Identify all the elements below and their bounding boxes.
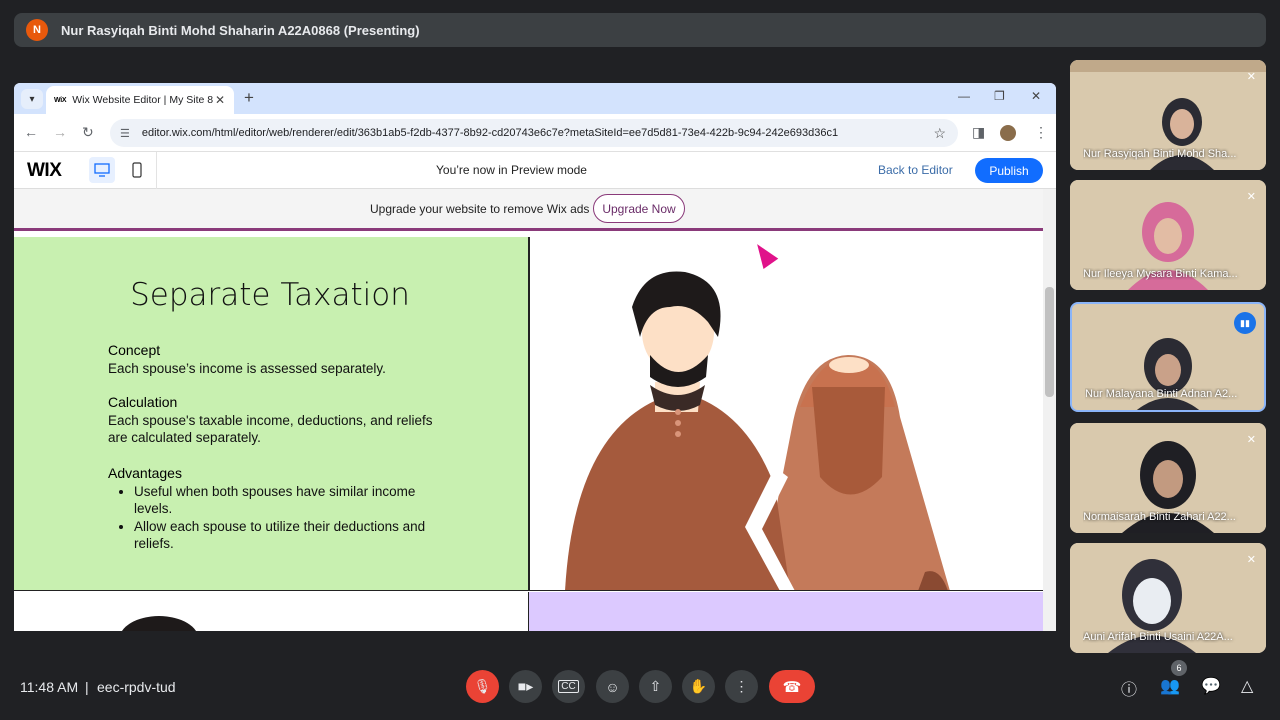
wix-favicon-icon: WiX: [54, 96, 67, 104]
preview-mode-message: You’re now in Preview mode: [436, 163, 587, 177]
concept-block: Concept Each spouse’s income is assessed…: [108, 342, 448, 377]
presenter-avatar: N: [26, 19, 48, 41]
presenter-title: Nur Rasyiqah Binti Mohd Shaharin A22A086…: [61, 22, 420, 38]
participant-tile[interactable]: ✕ Nur Ileeya Mysara Binti Kama...: [1070, 180, 1266, 290]
page-scrollbar[interactable]: [1043, 189, 1056, 631]
mic-off-icon: ✕: [1246, 71, 1256, 83]
advantages-block: Advantages Useful when both spouses have…: [108, 465, 448, 553]
people-icon[interactable]: 👥: [1160, 676, 1180, 696]
participant-name: Auni Arifah Binti Usaini A22A...: [1083, 631, 1233, 643]
mic-off-icon: ✕: [1246, 191, 1256, 203]
mic-off-icon: ✕: [1246, 554, 1256, 566]
new-tab-button[interactable]: +: [244, 88, 254, 108]
wix-preview-bar: WIX You’re now in Preview mode Back to E…: [14, 152, 1056, 189]
close-tab-icon[interactable]: ✕: [215, 93, 225, 107]
present-button[interactable]: ⇧: [639, 670, 672, 703]
calculation-block: Calculation Each spouse's taxable income…: [108, 394, 448, 447]
taxation-text-panel: Separate Taxation Concept Each spouse’s …: [14, 237, 529, 591]
advantages-heading: Advantages: [108, 465, 182, 481]
participant-name: Nur Ileeya Mysara Binti Kama...: [1083, 268, 1238, 280]
camera-toggle-button[interactable]: ■▸: [509, 670, 542, 703]
more-options-button[interactable]: ⋮: [725, 670, 758, 703]
mic-off-icon: 🎙: [473, 678, 492, 694]
participant-tile[interactable]: ✕ Auni Arifah Binti Usaini A22A...: [1070, 543, 1266, 653]
minimize-icon[interactable]: —: [958, 89, 970, 103]
publish-button[interactable]: Publish: [975, 158, 1043, 183]
back-arrow-icon[interactable]: ←: [24, 124, 38, 140]
next-section-right: [529, 592, 1043, 631]
browser-tab[interactable]: WiX Wix Website Editor | My Site 8 ✕: [46, 86, 234, 114]
shared-browser-window: ▾ WiX Wix Website Editor | My Site 8 ✕ +…: [14, 83, 1056, 631]
couple-illustration: [529, 237, 1043, 591]
tab-title: Wix Website Editor | My Site 8: [72, 94, 214, 106]
back-to-editor-link[interactable]: Back to Editor: [878, 163, 953, 177]
participant-count-badge: 6: [1171, 660, 1187, 676]
mic-toggle-button[interactable]: 🎙: [466, 670, 499, 703]
participant-name: Normaisarah Binti Zahari A22...: [1083, 511, 1236, 523]
couple-illustration-image: [565, 271, 950, 590]
tab-strip: ▾ WiX Wix Website Editor | My Site 8 ✕ +…: [14, 83, 1056, 114]
activities-icon[interactable]: △: [1241, 676, 1253, 696]
close-window-icon[interactable]: ✕: [1031, 89, 1041, 103]
captions-icon: CC: [558, 680, 579, 693]
separator: |: [85, 679, 89, 695]
profile-avatar[interactable]: [1000, 125, 1016, 141]
next-illustration-hair: [121, 616, 197, 631]
emoji-icon: ☺: [605, 678, 620, 695]
participant-tile[interactable]: ▮▮ Nur Malayana Binti Adnan A2...: [1070, 302, 1266, 412]
restore-icon[interactable]: ❐: [994, 89, 1005, 103]
next-section-left: [14, 592, 529, 631]
hand-icon: ✋: [689, 678, 708, 694]
captions-button[interactable]: CC: [552, 670, 585, 703]
end-call-button[interactable]: ☎: [769, 670, 815, 703]
concept-text: Each spouse’s income is assessed separat…: [108, 360, 386, 376]
url-text[interactable]: editor.wix.com/html/editor/web/renderer/…: [142, 127, 838, 139]
reload-icon[interactable]: ↻: [82, 124, 94, 141]
section-title: Separate Taxation: [130, 277, 410, 313]
meeting-code: eec-rpdv-tud: [97, 679, 176, 695]
chat-icon[interactable]: 💬: [1201, 676, 1221, 696]
reactions-button[interactable]: ☺: [596, 670, 629, 703]
scrollbar-thumb[interactable]: [1045, 287, 1054, 397]
phone-hangup-icon: ☎: [782, 678, 802, 696]
participant-name: Nur Rasyiqah Binti Mohd Sha...: [1083, 148, 1237, 160]
upgrade-now-button[interactable]: Upgrade Now: [593, 194, 685, 223]
address-bar[interactable]: ☰ editor.wix.com/html/editor/web/rendere…: [110, 119, 958, 147]
tab-search-button[interactable]: ▾: [21, 89, 43, 109]
menu-kebab-icon[interactable]: ⋮: [1034, 124, 1048, 141]
side-panel-icon[interactable]: ◨: [972, 124, 985, 141]
participant-tile[interactable]: ✕ Normaisarah Binti Zahari A22...: [1070, 423, 1266, 533]
participant-tile[interactable]: ✕ Nur Rasyiqah Binti Mohd Sha...: [1070, 60, 1266, 170]
list-item: Useful when both spouses have similar in…: [134, 483, 448, 518]
concept-heading: Concept: [108, 342, 161, 358]
browser-toolbar: ← → ↻ ☰ editor.wix.com/html/editor/web/r…: [14, 114, 1056, 152]
camera-icon: ■▸: [517, 678, 534, 694]
more-vert-icon: ⋮: [734, 678, 749, 694]
forward-arrow-icon[interactable]: →: [53, 124, 67, 140]
site-preview: Upgrade your website to remove Wix ads U…: [14, 189, 1043, 631]
list-item: Allow each spouse to utilize their deduc…: [134, 518, 448, 553]
participant-name: Nur Malayana Binti Adnan A2...: [1085, 388, 1238, 400]
bookmark-star-icon[interactable]: ☆: [933, 125, 946, 142]
wix-ads-banner: Upgrade your website to remove Wix ads U…: [14, 189, 1043, 231]
meeting-info-icon[interactable]: ⓘ: [1121, 676, 1137, 700]
presenter-bar: N Nur Rasyiqah Binti Mohd Shaharin A22A0…: [14, 13, 1266, 47]
calculation-heading: Calculation: [108, 394, 178, 410]
mic-off-icon: ✕: [1246, 434, 1256, 446]
present-screen-icon: ⇧: [649, 678, 662, 694]
ads-text: Upgrade your website to remove Wix ads: [370, 202, 590, 216]
speaking-indicator-icon: ▮▮: [1234, 312, 1256, 334]
site-info-icon[interactable]: ☰: [120, 127, 130, 140]
calculation-text: Each spouse's taxable income, deductions…: [108, 412, 433, 446]
meeting-time: 11:48 AM: [20, 679, 79, 695]
raise-hand-button[interactable]: ✋: [682, 670, 715, 703]
